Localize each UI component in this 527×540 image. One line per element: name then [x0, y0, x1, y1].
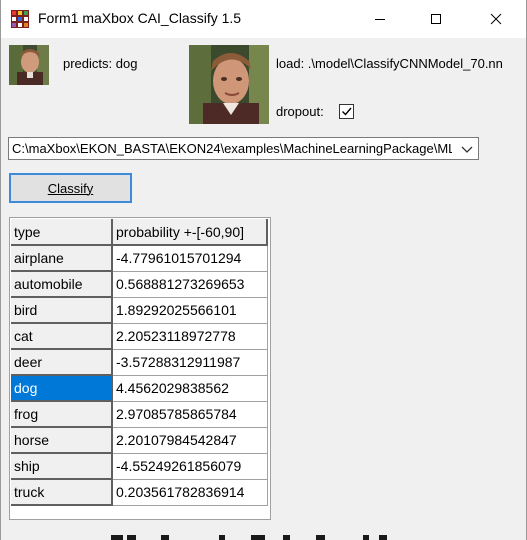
row-probability-cell[interactable]: -3.57288312911987: [112, 349, 268, 376]
table-row[interactable]: bird 1.89292025566101: [11, 297, 268, 324]
prediction-label: predicts: dog: [63, 56, 138, 71]
row-type-cell[interactable]: bird: [11, 297, 113, 324]
probability-grid[interactable]: type probability +-[-60,90] airplane -4.7…: [9, 217, 271, 520]
path-select[interactable]: C:\maXbox\EKON_BASTA\EKON24\examples\Mac…: [8, 137, 479, 160]
row-probability-cell[interactable]: 2.97085785865784: [112, 401, 268, 428]
table-row[interactable]: ship -4.55249261856079: [11, 453, 268, 480]
close-button[interactable]: [473, 0, 519, 38]
minimize-button[interactable]: [357, 0, 403, 38]
column-header-probability[interactable]: probability +-[-60,90]: [112, 219, 268, 246]
row-probability-cell[interactable]: 1.89292025566101: [112, 297, 268, 324]
dropout-label: dropout:: [276, 104, 324, 119]
row-type-cell[interactable]: deer: [11, 349, 113, 376]
model-load-label: load: .\model\ClassifyCNNModel_70.nn: [276, 56, 503, 71]
row-type-cell[interactable]: horse: [11, 427, 113, 454]
truncated-caption-fragment: [111, 535, 387, 540]
app-icon: [11, 10, 29, 28]
row-probability-cell[interactable]: 4.4562029838562: [112, 375, 268, 402]
row-probability-cell[interactable]: 2.20107984542847: [112, 427, 268, 454]
checkmark-icon: [342, 107, 352, 116]
table-row[interactable]: truck 0.203561782836914: [11, 479, 268, 506]
row-type-cell[interactable]: truck: [11, 479, 113, 506]
row-probability-cell[interactable]: -4.77961015701294: [112, 245, 268, 272]
table-row[interactable]: automobile 0.568881273269653: [11, 271, 268, 298]
input-image-preview: [189, 45, 269, 124]
grid-header-row: type probability +-[-60,90]: [11, 219, 268, 246]
path-select-value: C:\maXbox\EKON_BASTA\EKON24\examples\Mac…: [12, 141, 452, 156]
classify-button-label: Classify: [47, 180, 94, 196]
close-icon: [490, 13, 502, 25]
window-title: Form1 maXbox CAI_Classify 1.5: [38, 10, 242, 26]
row-probability-cell[interactable]: 0.568881273269653: [112, 271, 268, 298]
dropout-checkbox[interactable]: [339, 104, 354, 119]
table-row[interactable]: airplane -4.77961015701294: [11, 245, 268, 272]
app-window: Form1 maXbox CAI_Classify 1.5 predicts: …: [0, 0, 527, 540]
column-header-type[interactable]: type: [11, 219, 113, 246]
row-type-cell[interactable]: airplane: [11, 245, 113, 272]
table-row[interactable]: cat 2.20523118972778: [11, 323, 268, 350]
table-row[interactable]: frog 2.97085785865784: [11, 401, 268, 428]
classify-button[interactable]: Classify: [9, 173, 132, 203]
table-row[interactable]: deer -3.57288312911987: [11, 349, 268, 376]
maximize-button[interactable]: [413, 0, 459, 38]
maximize-icon: [431, 14, 441, 24]
table-row[interactable]: horse 2.20107984542847: [11, 427, 268, 454]
row-probability-cell[interactable]: -4.55249261856079: [112, 453, 268, 480]
minimize-icon: [375, 19, 385, 20]
row-type-cell[interactable]: dog: [11, 375, 113, 402]
row-probability-cell[interactable]: 0.203561782836914: [112, 479, 268, 506]
title-bar[interactable]: Form1 maXbox CAI_Classify 1.5: [1, 0, 526, 38]
input-image-thumbnail: [9, 45, 49, 85]
probability-table: type probability +-[-60,90] airplane -4.7…: [11, 219, 268, 506]
row-probability-cell[interactable]: 2.20523118972778: [112, 323, 268, 350]
chevron-down-icon[interactable]: [459, 141, 475, 157]
row-type-cell[interactable]: frog: [11, 401, 113, 428]
row-type-cell[interactable]: automobile: [11, 271, 113, 298]
table-row[interactable]: dog 4.4562029838562: [11, 375, 268, 402]
row-type-cell[interactable]: cat: [11, 323, 113, 350]
row-type-cell[interactable]: ship: [11, 453, 113, 480]
